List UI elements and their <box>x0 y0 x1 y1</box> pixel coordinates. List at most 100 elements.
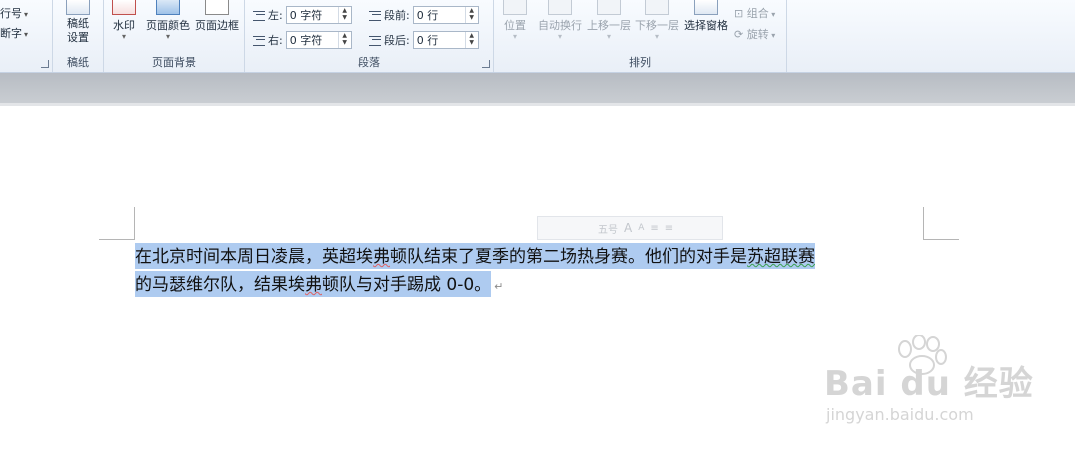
grow-font-icon[interactable]: A <box>624 221 632 235</box>
dropdown-arrow-icon: ▾ <box>768 10 776 19</box>
group-icon: ⊡ <box>734 7 744 20</box>
indent-right-icon <box>253 34 265 46</box>
spinner-arrows-icon[interactable]: ▲ ▼ <box>337 32 351 48</box>
indent-right-value: 0 字符 <box>289 34 323 47</box>
spacing-before-icon <box>369 9 381 21</box>
page-color-label: 页面颜色 <box>146 19 190 32</box>
spacing-before-label: 段前: <box>384 9 410 22</box>
manuscript-group-label: 稿纸 <box>67 56 89 69</box>
manuscript-group: 稿纸设置 稿纸 <box>53 0 104 72</box>
spacing-after-row: 段后: 0 行 ▲ ▼ <box>369 31 479 49</box>
page-setup-group-partial: 行号 ▾ 断字 ▾ <box>0 0 53 72</box>
dialog-launcher-icon[interactable] <box>482 60 490 68</box>
wrap-text-label: 自动换行 <box>538 19 582 32</box>
group-objects-button[interactable]: ⊡ 组合 ▾ <box>734 5 775 21</box>
line-numbers-button[interactable]: 行号 ▾ <box>0 5 28 21</box>
dropdown-arrow-icon: ▾ <box>165 32 170 41</box>
arrange-group: 位置 ▾ 自动换行 ▾ 上移一层 ▾ 下移一层 ▾ 选择窗格 ⊡ 组合 ▾ ⟳ <box>494 0 787 72</box>
line-numbers-label: 行号 <box>0 7 22 20</box>
rotate-label: 旋转 <box>746 28 769 41</box>
dropdown-arrow-icon: ▾ <box>24 10 29 19</box>
dropdown-arrow-icon: ▾ <box>768 31 776 40</box>
document-area-background <box>0 73 1075 103</box>
page-border-icon <box>205 0 229 15</box>
indent-left-row: 左: 0 字符 ▲ ▼ <box>253 6 352 24</box>
indent-left-value: 0 字符 <box>289 9 323 22</box>
spelling-error-text: 弗 <box>305 275 322 295</box>
spacing-after-icon <box>369 34 381 46</box>
send-backward-icon <box>645 0 669 15</box>
page-border-label: 页面边框 <box>195 19 239 32</box>
spinner-arrows-icon[interactable]: ▲ ▼ <box>337 7 351 23</box>
font-size-dropdown[interactable]: 五号 <box>598 221 618 236</box>
indent-right-label: 右: <box>268 34 283 47</box>
page-color-button[interactable]: 页面颜色 ▾ <box>144 0 192 41</box>
dialog-launcher-icon[interactable] <box>41 60 49 68</box>
indent-left-label: 左: <box>268 9 283 22</box>
wrap-text-icon <box>548 0 572 15</box>
position-button[interactable]: 位置 ▾ <box>500 0 530 41</box>
spinner-arrows-icon[interactable]: ▲ ▼ <box>464 7 478 23</box>
baidu-jingyan-url: jingyan.baidu.com <box>826 405 974 424</box>
bring-forward-button[interactable]: 上移一层 ▾ <box>585 0 633 41</box>
spinner-arrows-icon[interactable]: ▲ ▼ <box>464 32 478 48</box>
margin-guide-left-vertical <box>134 207 135 240</box>
dropdown-arrow-icon: ▾ <box>606 32 611 41</box>
page-background-group-label: 页面背景 <box>152 56 196 69</box>
paragraph-line-1[interactable]: 在北京时间本周日凌晨，英超埃弗顿队结束了夏季的第二场热身赛。他们的对手是苏超联赛 <box>135 243 935 271</box>
position-label: 位置 <box>504 19 526 32</box>
send-backward-label: 下移一层 <box>635 19 679 32</box>
indent-left-icon <box>253 9 265 21</box>
shrink-font-icon[interactable]: A <box>638 223 644 233</box>
paragraph-group: 左: 0 字符 ▲▼ 右: 0 字符 ▲▼ 段前: 0 行 ▲▼ 段后: <box>245 0 494 72</box>
bring-forward-label: 上移一层 <box>587 19 631 32</box>
text-run: 顿队结束了夏季的第二场热身赛。他们的对手是 <box>390 247 747 267</box>
position-icon <box>503 0 527 15</box>
page-background-group: 水印 ▾ 页面颜色 ▾ 页面边框 页面背景 <box>104 0 245 72</box>
page-border-button[interactable]: 页面边框 <box>193 0 241 33</box>
paragraph-mark-icon: ↵ <box>494 280 504 293</box>
hyphenation-label: 断字 <box>0 27 22 40</box>
text-run: 在北京时间本周日凌晨，英超埃 <box>135 247 373 267</box>
rotate-icon: ⟳ <box>734 28 744 41</box>
wrap-text-button[interactable]: 自动换行 ▾ <box>536 0 584 41</box>
send-backward-button[interactable]: 下移一层 ▾ <box>633 0 681 41</box>
selection-pane-button[interactable]: 选择窗格 <box>682 0 730 33</box>
spelling-error-text: 弗 <box>373 247 390 267</box>
increase-indent-icon[interactable]: ≡ <box>665 223 673 234</box>
ribbon: 行号▾ 断字▾ 稿纸设置 稿纸 水印 ▾ 页面颜色 ▾ 页面边框 页面背景 <box>0 0 1075 73</box>
paragraph-group-label: 段落 <box>358 56 380 69</box>
arrange-group-label: 排列 <box>629 56 651 69</box>
spacing-after-spinner[interactable]: 0 行 ▲ ▼ <box>412 31 479 49</box>
paragraph-line-2[interactable]: 的马瑟维尔队，结果埃弗顿队与对手踢成 0-0。 ↵ <box>135 271 935 299</box>
spacing-before-value: 0 行 <box>416 9 439 22</box>
dropdown-arrow-icon: ▾ <box>512 32 517 41</box>
indent-left-spinner[interactable]: 0 字符 ▲ ▼ <box>285 6 352 24</box>
indent-right-spinner[interactable]: 0 字符 ▲ ▼ <box>285 31 352 49</box>
selection-pane-label: 选择窗格 <box>684 19 728 32</box>
selected-text[interactable]: 在北京时间本周日凌晨，英超埃弗顿队结束了夏季的第二场热身赛。他们的对手是苏超联赛 <box>135 243 815 269</box>
margin-guide-right-vertical <box>923 207 924 240</box>
watermark-button[interactable]: 水印 ▾ <box>108 0 140 41</box>
watermark-icon <box>112 0 136 15</box>
decrease-indent-icon[interactable]: ≡ <box>650 223 658 234</box>
page-top-shadow <box>0 103 1075 106</box>
grammar-flag-text: 苏超联赛 <box>747 247 815 267</box>
dropdown-arrow-icon: ▾ <box>557 32 562 41</box>
dropdown-arrow-icon: ▾ <box>121 32 126 41</box>
dropdown-arrow-icon: ▾ <box>24 30 29 39</box>
document-paragraph[interactable]: 在北京时间本周日凌晨，英超埃弗顿队结束了夏季的第二场热身赛。他们的对手是苏超联赛… <box>135 243 935 299</box>
hyphenation-button[interactable]: 断字 ▾ <box>0 25 28 41</box>
margin-guide-right-horizontal <box>923 239 959 240</box>
spacing-before-row: 段前: 0 行 ▲ ▼ <box>369 6 479 24</box>
manuscript-settings-button[interactable]: 稿纸设置 <box>61 0 95 45</box>
margin-guide-left-horizontal <box>99 239 135 240</box>
mini-toolbar[interactable]: 五号 A A ≡ ≡ <box>537 216 723 240</box>
manuscript-icon <box>66 0 90 15</box>
manuscript-settings-label: 稿纸设置 <box>67 17 89 44</box>
rotate-button[interactable]: ⟳ 旋转 ▾ <box>734 26 775 42</box>
group-label: 组合 <box>746 7 769 20</box>
selected-text[interactable]: 的马瑟维尔队，结果埃弗顿队与对手踢成 0-0。 <box>135 271 492 297</box>
spacing-before-spinner[interactable]: 0 行 ▲ ▼ <box>412 6 479 24</box>
text-run: 顿队与对手踢成 0-0。 <box>322 275 492 295</box>
